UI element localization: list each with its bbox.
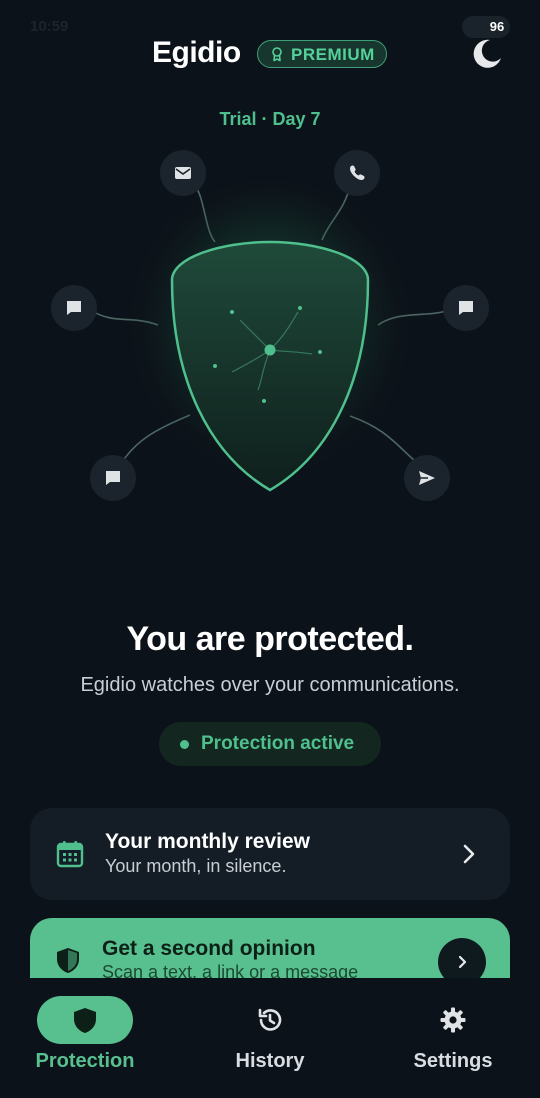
second-opinion-go-button[interactable] bbox=[438, 938, 486, 978]
premium-badge[interactable]: PREMIUM bbox=[257, 40, 387, 68]
chat-node-bottom bbox=[90, 455, 136, 501]
status-time: 10:59 bbox=[30, 18, 69, 35]
premium-label: PREMIUM bbox=[291, 45, 375, 64]
trial-status: Trial · Day 7 bbox=[219, 109, 321, 129]
award-icon bbox=[272, 47, 282, 62]
nav-label-settings: Settings bbox=[413, 1050, 493, 1072]
chat-icon bbox=[67, 301, 81, 315]
nav-item-history[interactable]: History bbox=[180, 978, 360, 1098]
phone-node bbox=[334, 150, 380, 196]
chat-node-left bbox=[51, 285, 97, 331]
phone-icon bbox=[350, 165, 365, 180]
chat-node-right bbox=[443, 285, 489, 331]
protection-headline: You are protected. bbox=[126, 620, 415, 658]
send-node bbox=[404, 455, 450, 501]
nav-active-indicator bbox=[37, 996, 133, 1044]
mail-icon bbox=[175, 167, 191, 179]
review-title: Your monthly review bbox=[105, 830, 310, 853]
calendar-icon bbox=[56, 841, 84, 868]
history-icon bbox=[258, 1008, 282, 1031]
bottom-navigation: Protection History Settings bbox=[0, 978, 540, 1098]
chevron-right-icon bbox=[463, 844, 475, 864]
nav-icon-container bbox=[222, 996, 318, 1044]
nav-item-settings[interactable]: Settings bbox=[363, 978, 540, 1098]
nav-item-protection[interactable]: Protection bbox=[0, 978, 175, 1098]
protection-status-pill: Protection active bbox=[159, 722, 381, 766]
nav-label-history: History bbox=[235, 1050, 305, 1072]
chat-icon bbox=[106, 471, 120, 485]
second-opinion-card[interactable]: Get a second opinion Scan a text, a link… bbox=[30, 918, 510, 978]
status-dot bbox=[180, 740, 189, 749]
shield-check-icon bbox=[57, 948, 79, 973]
second-opinion-subtitle: Scan a text, a link or a message bbox=[102, 962, 359, 978]
nav-icon-container bbox=[405, 996, 501, 1044]
battery-indicator: 96 bbox=[484, 16, 510, 38]
chat-icon bbox=[459, 301, 473, 315]
nav-label-protection: Protection bbox=[35, 1050, 135, 1072]
protection-description: Egidio watches over your communications. bbox=[80, 674, 460, 696]
send-icon bbox=[419, 471, 435, 485]
gear-icon bbox=[440, 1007, 466, 1033]
review-subtitle: Your month, in silence. bbox=[105, 856, 287, 876]
status-label: Protection active bbox=[201, 733, 355, 754]
mail-node bbox=[160, 150, 206, 196]
second-opinion-title: Get a second opinion bbox=[102, 937, 316, 960]
chevron-right-icon bbox=[458, 955, 467, 969]
status-bar: 10:59 bbox=[0, 0, 540, 40]
app-title: Egidio bbox=[152, 36, 241, 69]
moon-icon[interactable] bbox=[468, 36, 504, 72]
protection-illustration bbox=[0, 140, 540, 520]
shield-icon bbox=[74, 1008, 96, 1033]
monthly-review-card[interactable]: Your monthly review Your month, in silen… bbox=[30, 808, 510, 900]
